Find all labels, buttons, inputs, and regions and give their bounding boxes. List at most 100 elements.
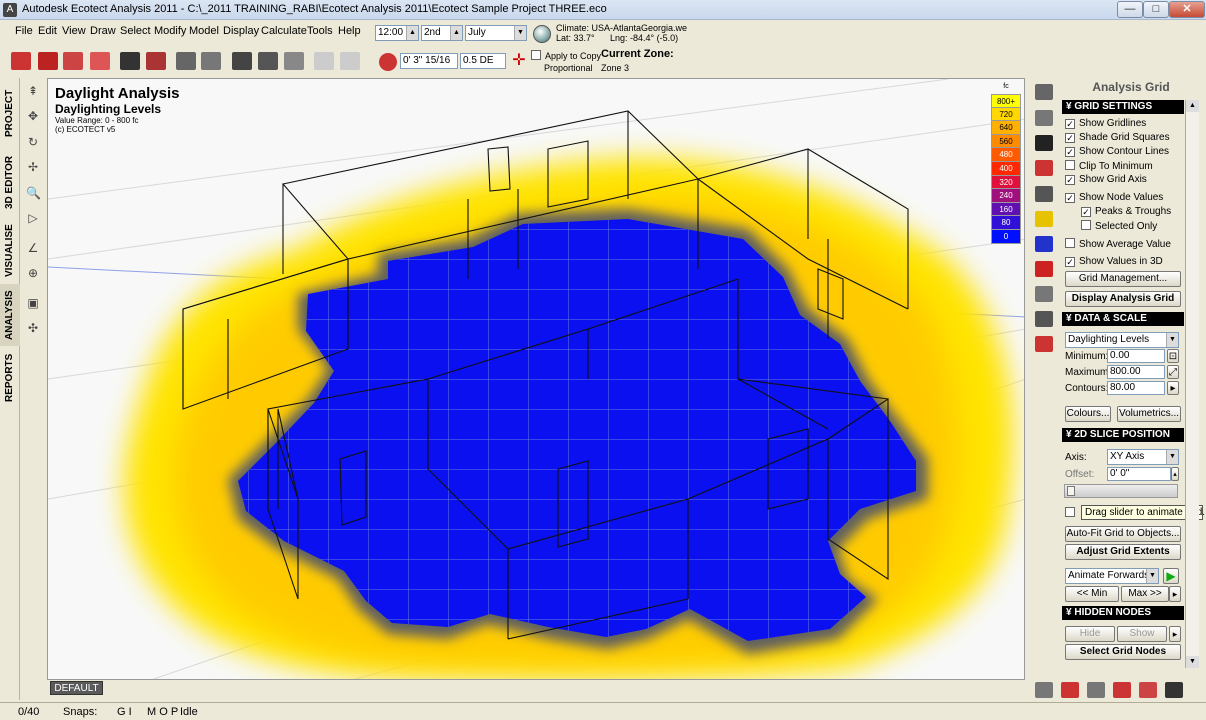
- orbit-icon[interactable]: ↻: [26, 135, 40, 149]
- book-icon[interactable]: [146, 52, 166, 70]
- camera-tool-icon[interactable]: [1165, 682, 1183, 698]
- time-spin-icon[interactable]: ▲: [406, 26, 418, 40]
- arrow-right-icon[interactable]: ▸: [1169, 586, 1181, 602]
- rotate-icon[interactable]: [379, 53, 397, 71]
- close-button[interactable]: ✕: [1169, 1, 1205, 18]
- display-analysis-grid-button[interactable]: Display Analysis Grid: [1065, 291, 1181, 307]
- scroll-down-icon[interactable]: ▼: [1186, 656, 1199, 668]
- material-icon[interactable]: [1035, 160, 1053, 176]
- grid-option-checkbox[interactable]: ✓ Peaks & Troughs: [1081, 206, 1171, 219]
- offset-field-1[interactable]: 0' 3" 15/16: [400, 53, 458, 69]
- nodes-icon[interactable]: ✣: [26, 321, 40, 335]
- grid-option-checkbox[interactable]: ✓ Show Contour Lines: [1065, 146, 1169, 159]
- pointer-icon[interactable]: [1035, 84, 1053, 100]
- menu-help[interactable]: Help: [338, 25, 361, 37]
- analysis-viewport[interactable]: Daylight Analysis Daylighting Levels Val…: [47, 78, 1025, 680]
- arrow-right-icon[interactable]: ▸: [1169, 626, 1181, 642]
- export-icon[interactable]: [90, 52, 110, 70]
- tab-project[interactable]: PROJECT: [0, 80, 20, 146]
- menu-modify[interactable]: Modify: [154, 25, 186, 37]
- offset-input[interactable]: 0' 0": [1107, 467, 1171, 481]
- colours-button[interactable]: Colours...: [1065, 406, 1111, 422]
- contours-input[interactable]: 80.00: [1107, 381, 1165, 395]
- grid-option-checkbox[interactable]: Show Average Value: [1065, 238, 1171, 251]
- minimum-input[interactable]: 0.00: [1107, 349, 1165, 363]
- axis-icon[interactable]: ✛: [510, 52, 528, 70]
- rays-icon[interactable]: [1035, 261, 1053, 277]
- axis-select[interactable]: XY Axis ▼: [1107, 449, 1179, 465]
- arrow-right-icon[interactable]: ▸: [1167, 381, 1179, 395]
- animate-select[interactable]: Animate Forwards ▼: [1065, 568, 1159, 584]
- data-type-select[interactable]: Daylighting Levels ▼: [1065, 332, 1179, 348]
- play-icon[interactable]: ▷: [26, 211, 40, 225]
- globe-icon[interactable]: [533, 25, 551, 43]
- import-icon[interactable]: [176, 52, 196, 70]
- hide-button[interactable]: Hide: [1065, 626, 1115, 642]
- slider-thumb[interactable]: [1067, 486, 1075, 496]
- tab-reports[interactable]: REPORTS: [0, 348, 20, 408]
- chevron-down-icon[interactable]: ▼: [1166, 333, 1178, 347]
- slice-slider[interactable]: [1064, 484, 1178, 498]
- menu-calculate[interactable]: Calculate: [261, 25, 307, 37]
- zoom-icon[interactable]: 🔍: [26, 186, 41, 200]
- play-icon[interactable]: ▶: [1163, 568, 1179, 584]
- grid-management-button[interactable]: Grid Management...: [1065, 271, 1181, 287]
- max-button[interactable]: Max >>: [1121, 586, 1169, 602]
- new-file-icon[interactable]: [11, 52, 31, 70]
- zones-icon[interactable]: [1035, 135, 1053, 151]
- move-icon[interactable]: ✥: [26, 109, 40, 123]
- wireframe-icon[interactable]: [1035, 682, 1053, 698]
- data-scale-header[interactable]: ¥ DATA & SCALE: [1062, 312, 1184, 326]
- tab-analysis[interactable]: ANALYSIS: [0, 284, 20, 346]
- grid-icon[interactable]: [1035, 236, 1053, 252]
- month-select[interactable]: July ▼: [465, 25, 527, 41]
- fit-icon[interactable]: ⤢: [1167, 365, 1179, 379]
- menu-display[interactable]: Display: [223, 25, 259, 37]
- cube-icon[interactable]: ▣: [26, 296, 40, 310]
- show-button[interactable]: Show: [1117, 626, 1167, 642]
- open-file-icon[interactable]: [38, 52, 58, 70]
- grid-option-checkbox[interactable]: ✓ Shade Grid Squares: [1065, 132, 1170, 145]
- building-icon[interactable]: [1035, 286, 1053, 302]
- panel-scrollbar[interactable]: ▲ ▼: [1185, 100, 1199, 668]
- chevron-down-icon[interactable]: ▼: [514, 26, 526, 40]
- menu-edit[interactable]: Edit: [38, 25, 57, 37]
- calc-tool-icon[interactable]: [1139, 682, 1157, 698]
- offset-field-2[interactable]: 0.5 DE: [460, 53, 506, 69]
- settings-icon[interactable]: [284, 52, 304, 70]
- export-data-icon[interactable]: [1035, 336, 1053, 352]
- grid-option-checkbox[interactable]: Selected Only: [1081, 220, 1157, 233]
- chevron-down-icon[interactable]: ▼: [1166, 450, 1178, 464]
- camera-icon[interactable]: [120, 52, 140, 70]
- grid-settings-header[interactable]: ¥ GRID SETTINGS: [1062, 100, 1184, 114]
- sun-icon[interactable]: [1035, 211, 1053, 227]
- save-file-icon[interactable]: [63, 52, 83, 70]
- pan-up-icon[interactable]: ⇞: [26, 84, 40, 98]
- measure-icon[interactable]: ∠: [26, 241, 40, 255]
- analysis-icon[interactable]: [201, 52, 221, 70]
- properties-icon[interactable]: [1061, 682, 1079, 698]
- menu-view[interactable]: View: [62, 25, 86, 37]
- layer-icon[interactable]: [1035, 110, 1053, 126]
- minimize-button[interactable]: —: [1117, 1, 1143, 18]
- target-icon[interactable]: ⊕: [26, 266, 40, 280]
- chevron-down-icon[interactable]: ▼: [1146, 569, 1158, 583]
- min-button[interactable]: << Min: [1065, 586, 1119, 602]
- menu-model[interactable]: Model: [189, 25, 219, 37]
- undo-icon[interactable]: [314, 52, 334, 70]
- volumetrics-button[interactable]: Volumetrics...: [1117, 406, 1181, 422]
- grid-option-checkbox[interactable]: Clip To Minimum: [1065, 160, 1153, 173]
- slice-position-header[interactable]: ¥ 2D SLICE POSITION: [1062, 428, 1184, 442]
- adjust-grid-extents-button[interactable]: Adjust Grid Extents: [1065, 544, 1181, 560]
- paw-select-icon[interactable]: [258, 52, 278, 70]
- day-field[interactable]: 2nd ▲: [421, 25, 463, 41]
- network-icon[interactable]: [1035, 311, 1053, 327]
- apply-copy-checkbox[interactable]: Apply to Copy: [531, 50, 601, 61]
- time-field[interactable]: 12:00 ▲: [375, 25, 419, 41]
- redo-icon[interactable]: [340, 52, 360, 70]
- menu-draw[interactable]: Draw: [90, 25, 116, 37]
- hidden-nodes-header[interactable]: ¥ HIDDEN NODES: [1062, 606, 1184, 620]
- pan-icon[interactable]: ✢: [26, 160, 40, 174]
- auto-fit-grid-button[interactable]: Auto-Fit Grid to Objects...: [1065, 526, 1181, 542]
- scroll-up-icon[interactable]: ▲: [1186, 100, 1199, 112]
